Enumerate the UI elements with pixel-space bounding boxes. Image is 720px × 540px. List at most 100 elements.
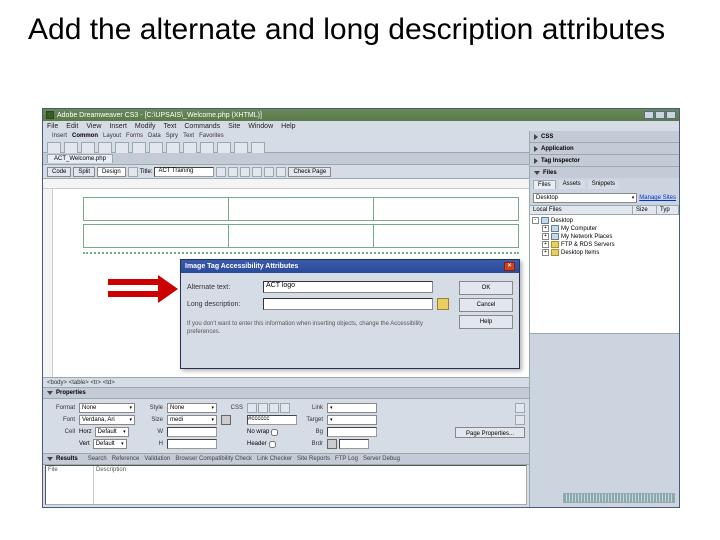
tag-inspector-collapse-icon[interactable] bbox=[534, 158, 538, 164]
header-checkbox[interactable] bbox=[269, 441, 276, 448]
files-tab-files[interactable]: Files bbox=[533, 180, 556, 189]
target-select[interactable] bbox=[327, 415, 377, 425]
application-panel-label[interactable]: Application bbox=[541, 146, 574, 152]
files-tab-assets[interactable]: Assets bbox=[559, 180, 585, 189]
browser-preview-icon[interactable] bbox=[240, 167, 250, 177]
files-collapse-icon[interactable] bbox=[534, 171, 540, 175]
size-select[interactable]: medi bbox=[167, 415, 217, 425]
menu-help[interactable]: Help bbox=[281, 123, 295, 130]
link-select[interactable] bbox=[327, 403, 377, 413]
tree-expand-icon[interactable]: + bbox=[542, 233, 549, 240]
nowrap-checkbox[interactable] bbox=[271, 429, 278, 436]
files-col-type[interactable]: Typ bbox=[657, 206, 679, 214]
align-left-icon[interactable] bbox=[269, 403, 279, 413]
tree-item[interactable]: Desktop Items bbox=[561, 250, 599, 256]
font-select[interactable]: Verdana, Ari bbox=[79, 415, 135, 425]
visual-aids-icon[interactable] bbox=[276, 167, 286, 177]
insert-tab-data[interactable]: Data bbox=[148, 133, 161, 139]
results-tab-search[interactable]: Search bbox=[88, 456, 107, 462]
insert-tab-common[interactable]: Common bbox=[72, 133, 98, 139]
tree-expand-icon[interactable]: + bbox=[542, 249, 549, 256]
application-collapse-icon[interactable] bbox=[534, 146, 538, 152]
menu-text[interactable]: Text bbox=[164, 123, 177, 130]
results-tab-debug[interactable]: Server Debug bbox=[363, 456, 400, 462]
document-tab[interactable]: ACT_Welcome.php bbox=[47, 154, 113, 163]
view-split-button[interactable]: Split bbox=[73, 167, 95, 177]
bg-input[interactable] bbox=[327, 427, 377, 437]
css-button[interactable]: CSS bbox=[221, 405, 243, 411]
cancel-button[interactable]: Cancel bbox=[459, 298, 513, 312]
menu-site[interactable]: Site bbox=[228, 123, 240, 130]
files-tab-snippets[interactable]: Snippets bbox=[588, 180, 619, 189]
browse-folder-icon[interactable] bbox=[437, 298, 449, 310]
properties-collapse-icon[interactable] bbox=[47, 391, 53, 395]
tree-root[interactable]: Desktop bbox=[551, 218, 573, 224]
tree-expand-icon[interactable]: + bbox=[542, 241, 549, 248]
results-tab-browser[interactable]: Browser Compatibility Check bbox=[175, 456, 252, 462]
site-select[interactable]: Desktop bbox=[533, 193, 637, 203]
table-row-2[interactable] bbox=[83, 224, 519, 248]
format-select[interactable]: None bbox=[79, 403, 135, 413]
menu-view[interactable]: View bbox=[86, 123, 101, 130]
results-tab-ftp[interactable]: FTP Log bbox=[335, 456, 358, 462]
menu-insert[interactable]: Insert bbox=[109, 123, 127, 130]
live-view-icon[interactable] bbox=[128, 167, 138, 177]
tree-item[interactable]: FTP & RDS Servers bbox=[561, 242, 615, 248]
quick-tag-icon[interactable] bbox=[515, 415, 525, 425]
insert-tab-text[interactable]: Text bbox=[183, 133, 194, 139]
close-button[interactable] bbox=[666, 111, 676, 119]
refresh-icon[interactable] bbox=[252, 167, 262, 177]
tree-item[interactable]: My Network Places bbox=[561, 234, 612, 240]
tag-selector[interactable]: <body> <table> <tr> <td> bbox=[47, 380, 525, 386]
view-options-icon[interactable] bbox=[264, 167, 274, 177]
longdesc-input[interactable] bbox=[263, 298, 433, 310]
menu-file[interactable]: File bbox=[47, 123, 58, 130]
tree-expand-icon[interactable]: + bbox=[542, 225, 549, 232]
manage-sites-link[interactable]: Manage Sites bbox=[639, 195, 676, 201]
menu-window[interactable]: Window bbox=[248, 123, 273, 130]
tree-item[interactable]: My Computer bbox=[561, 226, 597, 232]
toolbar-icon-1[interactable] bbox=[216, 167, 226, 177]
bold-icon[interactable] bbox=[247, 403, 257, 413]
insert-tab-spry[interactable]: Spry bbox=[166, 133, 178, 139]
check-page-button[interactable]: Check Page bbox=[288, 167, 331, 177]
tag-inspector-panel-label[interactable]: Tag Inspector bbox=[541, 158, 580, 164]
css-panel-label[interactable]: CSS bbox=[541, 134, 553, 140]
results-tab-validation[interactable]: Validation bbox=[144, 456, 170, 462]
color-input[interactable]: #cccccc bbox=[247, 415, 297, 425]
toolbar-icon-2[interactable] bbox=[228, 167, 238, 177]
table-row-1[interactable] bbox=[83, 197, 519, 221]
h-input[interactable] bbox=[167, 439, 217, 449]
style-select[interactable]: None bbox=[167, 403, 217, 413]
files-col-name[interactable]: Local Files bbox=[530, 206, 633, 214]
color-swatch[interactable] bbox=[221, 415, 231, 425]
file-tree[interactable]: - Desktop + My Computer + My Network Places… bbox=[530, 215, 679, 333]
css-collapse-icon[interactable] bbox=[534, 134, 538, 140]
menu-edit[interactable]: Edit bbox=[66, 123, 78, 130]
tree-expand-icon[interactable]: - bbox=[532, 217, 539, 224]
page-properties-button[interactable]: Page Properties... bbox=[455, 427, 525, 438]
results-collapse-icon[interactable] bbox=[47, 457, 53, 461]
align-center-icon[interactable] bbox=[280, 403, 290, 413]
results-tab-reference[interactable]: Reference bbox=[112, 456, 140, 462]
ok-button[interactable]: OK bbox=[459, 281, 513, 295]
help-icon[interactable] bbox=[515, 403, 525, 413]
insert-tab-favorites[interactable]: Favorites bbox=[199, 133, 224, 139]
w-input[interactable] bbox=[167, 427, 217, 437]
files-panel-label[interactable]: Files bbox=[543, 170, 557, 176]
view-design-button[interactable]: Design bbox=[97, 167, 126, 177]
alt-text-input[interactable]: ACT logo bbox=[263, 281, 433, 293]
maximize-button[interactable] bbox=[655, 111, 665, 119]
view-code-button[interactable]: Code bbox=[47, 167, 71, 177]
menu-modify[interactable]: Modify bbox=[135, 123, 156, 130]
minimize-button[interactable] bbox=[644, 111, 654, 119]
horz-select[interactable]: Default bbox=[95, 427, 129, 437]
italic-icon[interactable] bbox=[258, 403, 268, 413]
files-col-size[interactable]: Size bbox=[633, 206, 657, 214]
vert-select[interactable]: Default bbox=[93, 439, 127, 449]
title-input[interactable]: ACT Training bbox=[154, 167, 214, 177]
results-tab-site[interactable]: Site Reports bbox=[297, 456, 330, 462]
brdr-input[interactable] bbox=[339, 439, 369, 449]
menu-commands[interactable]: Commands bbox=[184, 123, 220, 130]
insert-tab-forms[interactable]: Forms bbox=[126, 133, 143, 139]
